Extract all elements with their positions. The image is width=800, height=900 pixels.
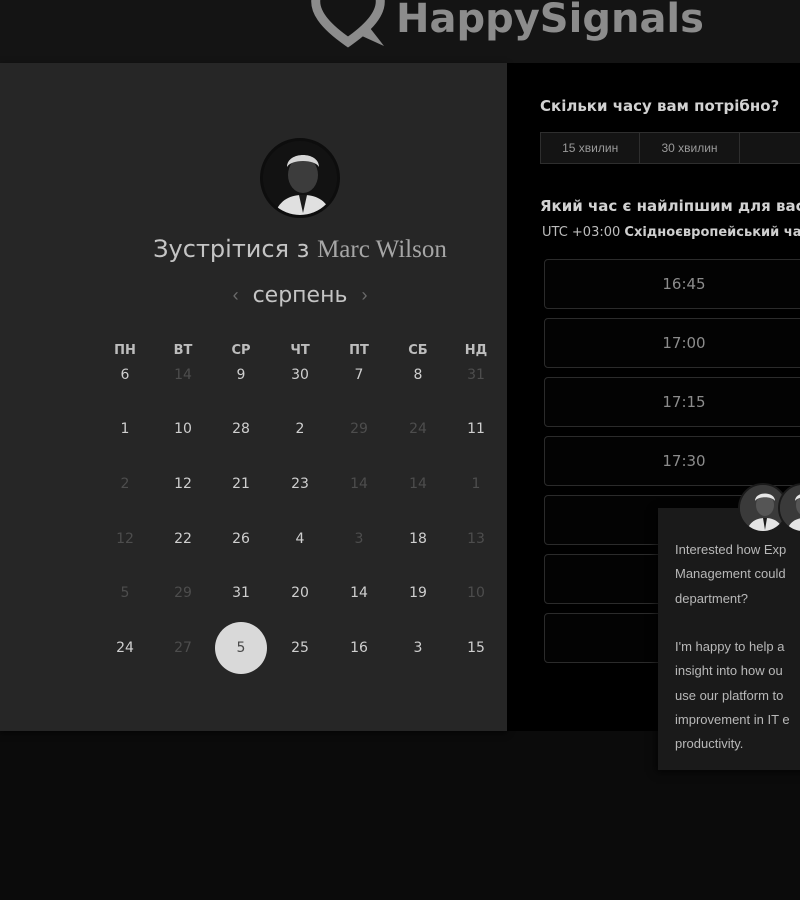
calendar-day: 29 xyxy=(350,421,368,437)
calendar-day[interactable]: 20 xyxy=(274,567,326,619)
calendar-day[interactable]: 21 xyxy=(215,458,267,510)
time-slot-label: 16:45 xyxy=(662,275,706,293)
calendar-day: 2 xyxy=(120,476,130,492)
calendar-day[interactable]: 31 xyxy=(215,567,267,619)
calendar-day[interactable]: 16 xyxy=(333,622,385,674)
calendar-day[interactable]: 6 xyxy=(99,349,151,401)
duration-option-more[interactable] xyxy=(740,133,800,163)
calendar-day: 14 xyxy=(409,476,427,492)
logo-text: HappySignals xyxy=(396,0,704,42)
time-slot-button[interactable]: 17:00 xyxy=(544,318,800,368)
calendar-day: 14 xyxy=(350,476,368,492)
chat-message: Interested how Exp Management could depa… xyxy=(675,542,790,752)
calendar-day[interactable]: 3 xyxy=(392,622,444,674)
timezone-label[interactable]: UTC +03:00 Східноєвропейський ча xyxy=(542,225,800,240)
calendar-day[interactable]: 9 xyxy=(215,349,267,401)
time-slot-label: 17:15 xyxy=(662,393,706,411)
calendar-day[interactable]: 23 xyxy=(274,458,326,510)
header: HappySignals xyxy=(0,0,800,63)
timezone-name: Східноєвропейський ча xyxy=(624,225,800,240)
calendar-day[interactable]: 1 xyxy=(99,403,151,455)
calendar-day: 3 xyxy=(354,531,364,547)
calendar-day[interactable]: 25 xyxy=(274,622,326,674)
calendar-day[interactable]: 24 xyxy=(99,622,151,674)
calendar-day[interactable]: 14 xyxy=(333,567,385,619)
calendar-day[interactable]: 22 xyxy=(157,513,209,565)
time-question: Який час є найліпшим для вас? xyxy=(540,197,800,215)
duration-option-15[interactable]: 15 хвилин xyxy=(541,133,641,163)
calendar-day[interactable]: 19 xyxy=(392,567,444,619)
calendar-day: 12 xyxy=(116,531,134,547)
calendar-day: 5 xyxy=(120,585,130,601)
calendar-day: 13 xyxy=(467,531,485,547)
calendar-day[interactable]: 8 xyxy=(392,349,444,401)
calendar-day: 10 xyxy=(467,585,485,601)
time-slot-button[interactable]: 16:45 xyxy=(544,259,800,309)
calendar-panel: Зустрітися з Marc Wilson ‹ серпень › ПН В… xyxy=(0,63,507,731)
calendar-day: 24 xyxy=(409,421,427,437)
happysignals-logo[interactable]: HappySignals xyxy=(310,0,704,50)
calendar-day-selected[interactable]: 5 xyxy=(215,622,267,674)
calendar-day[interactable]: 4 xyxy=(274,513,326,565)
calendar-day[interactable]: 18 xyxy=(392,513,444,565)
calendar-day[interactable]: 28 xyxy=(215,403,267,455)
chat-popup[interactable]: Interested how Exp Management could depa… xyxy=(658,508,800,770)
calendar-day[interactable]: 10 xyxy=(157,403,209,455)
calendar-day: 14 xyxy=(174,367,192,383)
calendar-day[interactable]: 15 xyxy=(450,622,502,674)
calendar-day: 29 xyxy=(174,585,192,601)
duration-selector: 15 хвилин 30 хвилин xyxy=(540,132,800,164)
calendar-day[interactable]: 11 xyxy=(450,403,502,455)
calendar-day[interactable]: 26 xyxy=(215,513,267,565)
calendar-day: 27 xyxy=(174,640,192,656)
calendar-day[interactable]: 7 xyxy=(333,349,385,401)
time-slot-button[interactable]: 17:30 xyxy=(544,436,800,486)
time-slot-label: 17:00 xyxy=(662,334,706,352)
calendar-day[interactable]: 12 xyxy=(157,458,209,510)
calendar-day: 31 xyxy=(467,367,485,383)
time-slot-button[interactable]: 17:15 xyxy=(544,377,800,427)
timezone-offset: UTC +03:00 xyxy=(542,225,621,240)
logo-heart-icon xyxy=(311,0,385,48)
duration-option-30[interactable]: 30 хвилин xyxy=(640,133,740,163)
calendar-day[interactable]: 30 xyxy=(274,349,326,401)
time-slot-label: 17:30 xyxy=(662,452,706,470)
calendar-day: 1 xyxy=(471,476,481,492)
duration-question: Скільки часу вам потрібно? xyxy=(540,97,780,115)
calendar-grid: 6 14 9 30 7 8 31 1 10 28 2 29 24 11 2 12 21 23 14 14 1 12 22 26… xyxy=(0,63,507,731)
calendar-day[interactable]: 2 xyxy=(274,403,326,455)
